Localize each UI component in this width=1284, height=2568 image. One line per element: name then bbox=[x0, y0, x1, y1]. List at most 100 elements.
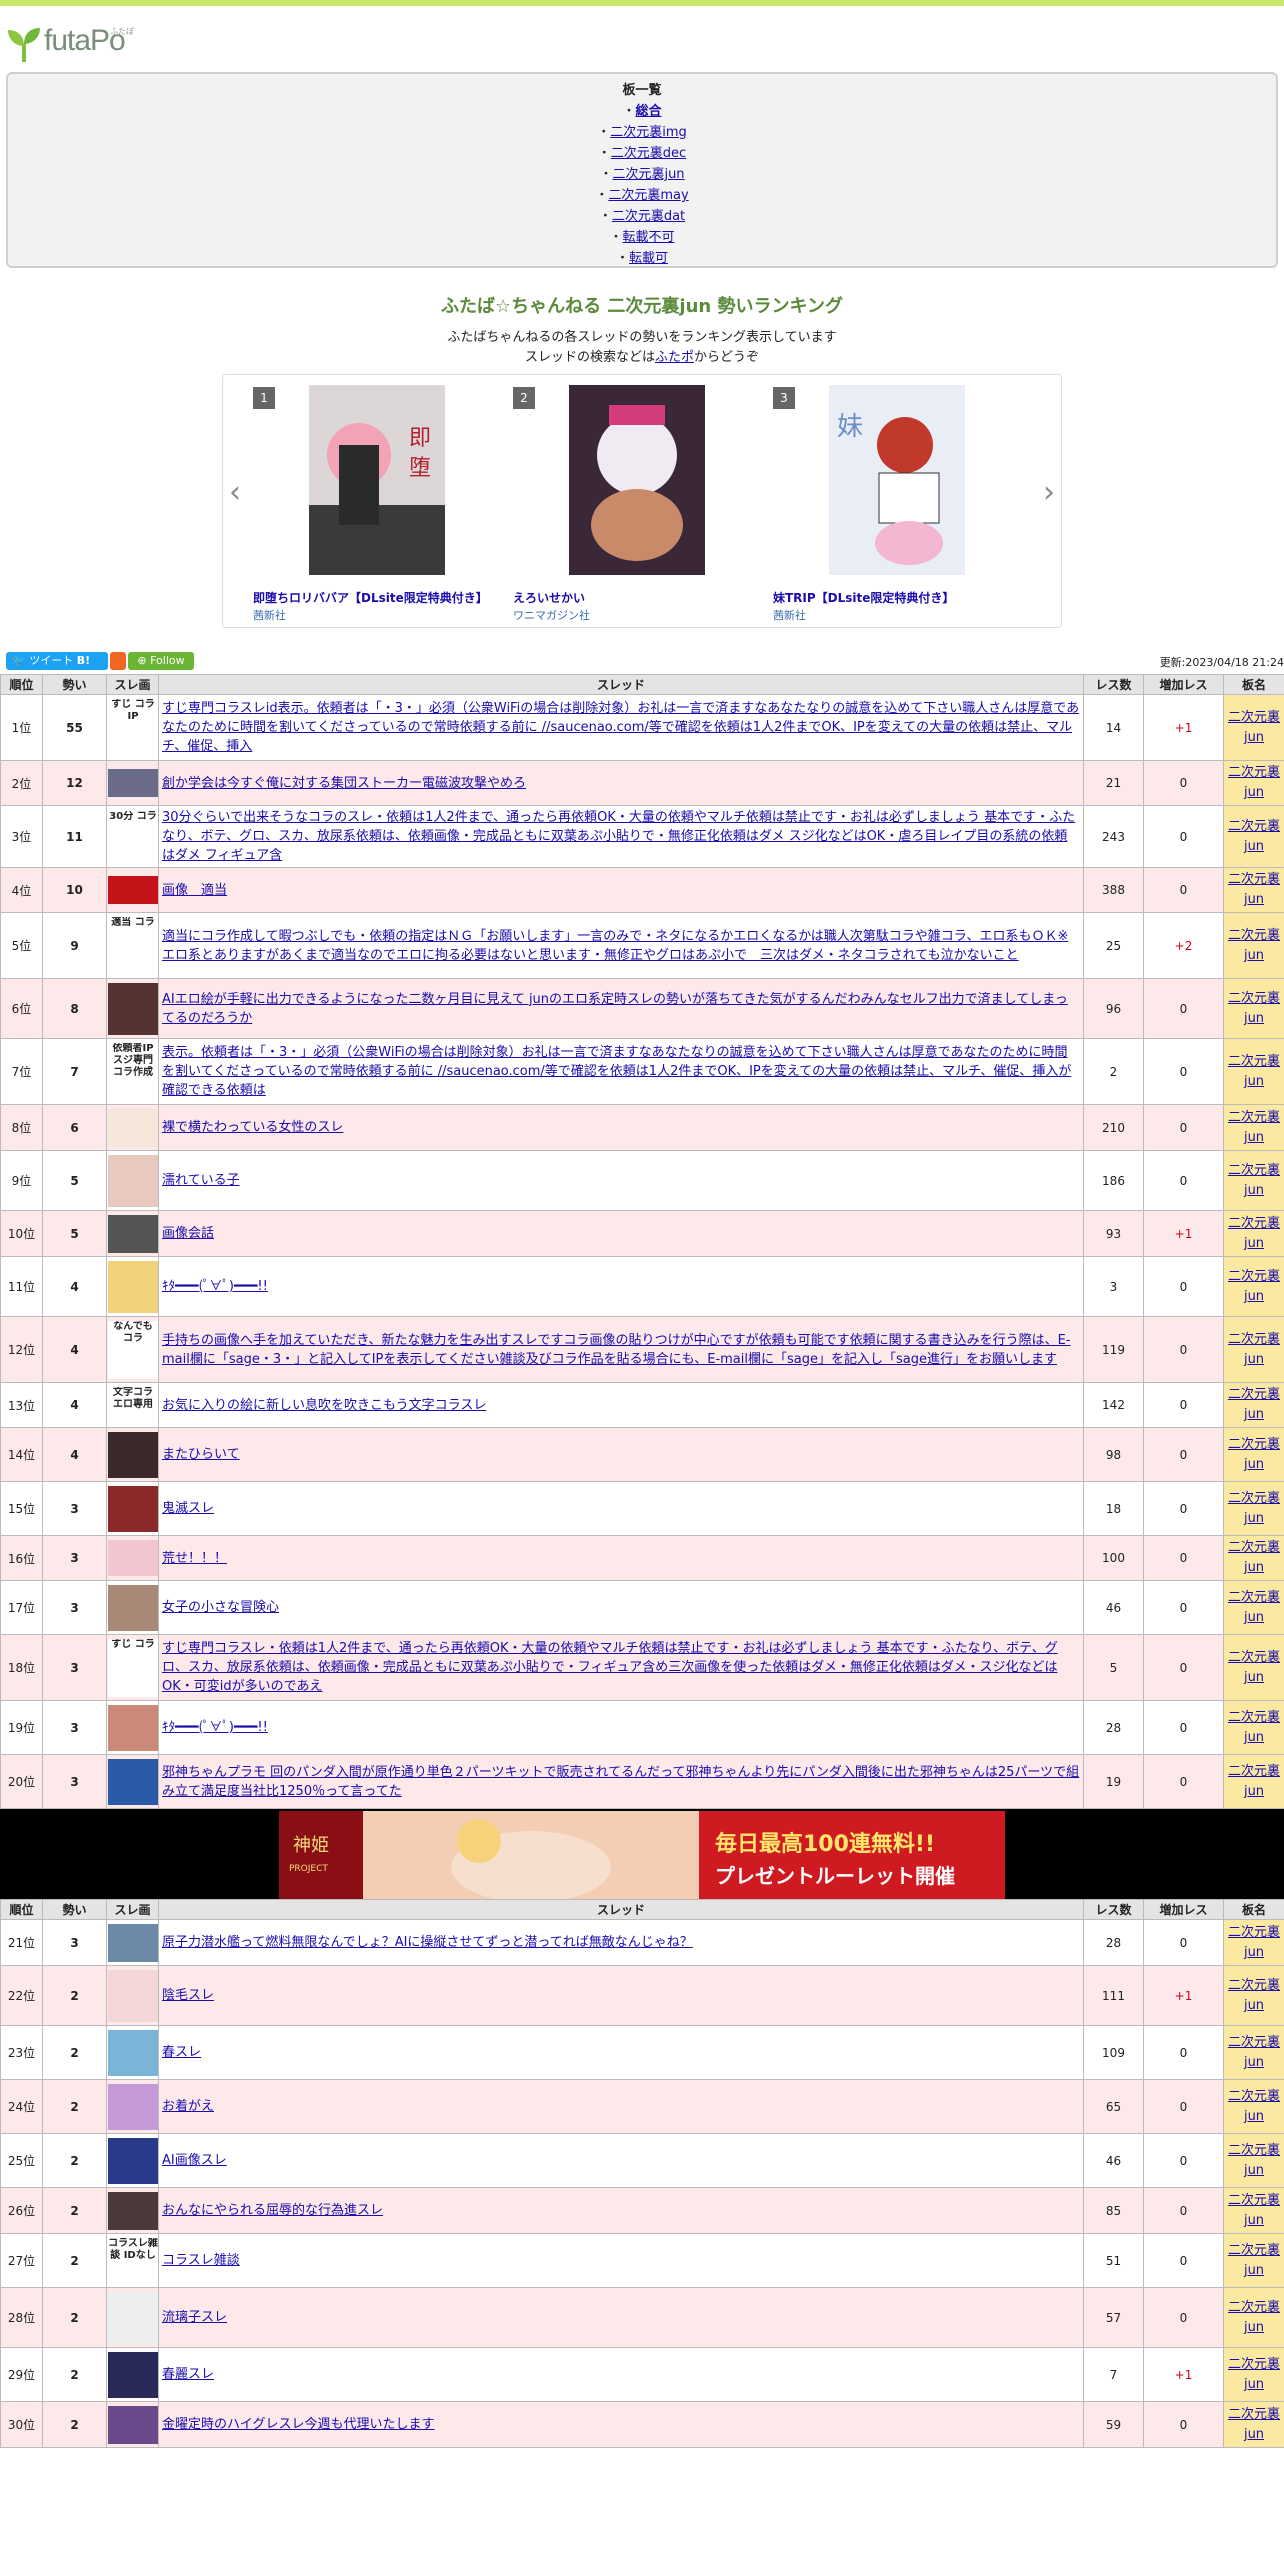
thread-link[interactable]: AIエロ絵が手軽に出力できるようになった二数ヶ月目に見えて junのエロ系定時ス… bbox=[162, 992, 1068, 1026]
board-name-link[interactable]: 二次元裏 jun bbox=[1228, 928, 1280, 963]
carousel-card[interactable]: 3 妹 妹TRIP【DLsite限定特典付き】 茜新社 bbox=[773, 385, 1013, 622]
board-name-link[interactable]: 二次元裏 jun bbox=[1228, 2407, 1280, 2442]
tweet-button[interactable]: 🐦 ツイート B! bbox=[6, 652, 108, 670]
thread-link[interactable]: 画像 適当 bbox=[162, 883, 227, 898]
thread-link[interactable]: 裸で横たわっている女性のスレ bbox=[162, 1120, 343, 1135]
thread-thumbnail[interactable] bbox=[108, 1260, 158, 1313]
board-link-no-repost[interactable]: 転載不可 bbox=[623, 230, 675, 245]
board-name-link[interactable]: 二次元裏 jun bbox=[1228, 1590, 1280, 1625]
board-name-link[interactable]: 二次元裏 jun bbox=[1228, 1269, 1280, 1304]
thread-link[interactable]: 濡れている子 bbox=[162, 1173, 240, 1188]
thread-link[interactable]: またひらいて bbox=[162, 1447, 240, 1462]
board-name-link[interactable]: 二次元裏 jun bbox=[1228, 1540, 1280, 1575]
thread-link[interactable]: 金曜定時のハイグレスレ今週も代理いたします bbox=[162, 2417, 434, 2432]
thread-link[interactable]: すじ専門コラスレ・依頼は1人2件まで、通ったら再依頼OK・大量の依頼やマルチ依頼… bbox=[162, 1641, 1058, 1694]
board-link-dec[interactable]: 二次元裏dec bbox=[611, 146, 686, 161]
thumb-cell[interactable] bbox=[106, 1104, 159, 1151]
board-name-link[interactable]: 二次元裏 jun bbox=[1228, 819, 1280, 854]
board-name-link[interactable]: 二次元裏 jun bbox=[1228, 2300, 1280, 2335]
thread-link[interactable]: 女子の小さな冒険心 bbox=[162, 1600, 279, 1615]
board-name-link[interactable]: 二次元裏 jun bbox=[1228, 1764, 1280, 1799]
thread-thumbnail[interactable] bbox=[108, 2291, 158, 2344]
board-name-link[interactable]: 二次元裏 jun bbox=[1228, 1710, 1280, 1745]
thread-thumbnail[interactable]: 文字コラ エロ専用 bbox=[108, 1387, 158, 1423]
follow-button[interactable]: ⊕ Follow bbox=[128, 652, 194, 670]
carousel-card[interactable]: 2 えろいせかい ワニマガジン社 bbox=[513, 385, 753, 622]
thread-link[interactable]: ｷﾀ━━━(ﾟ∀ﾟ)━━━!! bbox=[162, 1720, 268, 1735]
board-name-link[interactable]: 二次元裏 jun bbox=[1228, 765, 1280, 800]
thread-link[interactable]: 春麗スレ bbox=[162, 2367, 214, 2382]
book-cover-image[interactable] bbox=[569, 385, 705, 575]
thumb-cell[interactable] bbox=[106, 2187, 159, 2234]
thumb-cell[interactable] bbox=[106, 2133, 159, 2188]
thread-thumbnail[interactable] bbox=[108, 1154, 158, 1207]
ad-banner-image[interactable]: 神姫 PROJECT 毎日最高100連無料!! プレゼントルーレット開催 bbox=[279, 1811, 1005, 1899]
thread-thumbnail[interactable] bbox=[108, 1431, 158, 1478]
carousel-card[interactable]: 1 即 堕 即堕ちロリババア【DLsite限定特典付き】 茜新社 bbox=[253, 385, 493, 622]
thread-link[interactable]: お気に入りの絵に新しい息吹を吹きこもう文字コラスレ bbox=[162, 1398, 486, 1413]
thread-thumbnail[interactable]: すじ コラ IP bbox=[108, 698, 158, 757]
thread-link[interactable]: 邪神ちゃんプラモ 回のパンダ入間が原作通り単色２パーツキットで販売されてるんだっ… bbox=[162, 1765, 1079, 1799]
board-name-link[interactable]: 二次元裏 jun bbox=[1228, 1925, 1280, 1960]
board-name-link[interactable]: 二次元裏 jun bbox=[1228, 1491, 1280, 1526]
thumb-cell[interactable]: 依頼者IP スジ専門 コラ作成 bbox=[106, 1038, 159, 1105]
board-link-dat[interactable]: 二次元裏dat bbox=[612, 209, 685, 224]
thread-thumbnail[interactable] bbox=[108, 1704, 158, 1751]
thread-thumbnail[interactable] bbox=[108, 2029, 158, 2076]
board-name-link[interactable]: 二次元裏 jun bbox=[1228, 1216, 1280, 1251]
thumb-cell[interactable] bbox=[106, 1965, 159, 2026]
card-title[interactable]: 即堕ちロリババア【DLsite限定特典付き】 bbox=[253, 589, 488, 606]
board-name-link[interactable]: 二次元裏 jun bbox=[1228, 2357, 1280, 2392]
thread-thumbnail[interactable]: コラスレ雑談 IDなし bbox=[108, 2237, 158, 2284]
thumb-cell[interactable] bbox=[106, 2079, 159, 2134]
board-name-link[interactable]: 二次元裏 jun bbox=[1228, 1163, 1280, 1198]
futapo-link[interactable]: ふたポ bbox=[655, 350, 694, 365]
thread-thumbnail[interactable] bbox=[108, 2137, 158, 2184]
thread-link[interactable]: すじ専門コラスレid表示。依頼者は「・3・」必須（公衆WiFiの場合は削除対象）… bbox=[162, 701, 1079, 754]
board-name-link[interactable]: 二次元裏 jun bbox=[1228, 1650, 1280, 1685]
thumb-cell[interactable] bbox=[106, 1481, 159, 1536]
board-name-link[interactable]: 二次元裏 jun bbox=[1228, 2035, 1280, 2070]
thread-thumbnail[interactable] bbox=[108, 1584, 158, 1631]
thumb-cell[interactable] bbox=[106, 1580, 159, 1635]
thread-thumbnail[interactable] bbox=[108, 769, 158, 797]
thread-thumbnail[interactable] bbox=[108, 2191, 158, 2230]
thread-link[interactable]: 画像会話 bbox=[162, 1226, 214, 1241]
thumb-cell[interactable] bbox=[106, 867, 159, 913]
thread-thumbnail[interactable] bbox=[108, 1758, 158, 1805]
thumb-cell[interactable]: 適当 コラ bbox=[106, 912, 159, 979]
board-link-img[interactable]: 二次元裏img bbox=[610, 125, 687, 140]
thread-thumbnail[interactable] bbox=[108, 982, 158, 1035]
thumb-cell[interactable] bbox=[106, 2347, 159, 2402]
thread-link[interactable]: 表示。依頼者は「・3・」必須（公衆WiFiの場合は削除対象）お礼は一言で済ますな… bbox=[162, 1045, 1071, 1098]
board-name-link[interactable]: 二次元裏 jun bbox=[1228, 2193, 1280, 2228]
thumb-cell[interactable] bbox=[106, 760, 159, 806]
board-name-link[interactable]: 二次元裏 jun bbox=[1228, 1110, 1280, 1145]
board-link-may[interactable]: 二次元裏may bbox=[608, 188, 688, 203]
board-name-link[interactable]: 二次元裏 jun bbox=[1228, 710, 1280, 745]
thread-link[interactable]: 鬼滅スレ bbox=[162, 1501, 214, 1516]
thumb-cell[interactable]: すじ コラ bbox=[106, 1634, 159, 1701]
thread-link[interactable]: コラスレ雑談 bbox=[162, 2253, 240, 2268]
thumb-cell[interactable]: コラスレ雑談 IDなし bbox=[106, 2233, 159, 2288]
thumb-cell[interactable] bbox=[106, 1256, 159, 1317]
board-name-link[interactable]: 二次元裏 jun bbox=[1228, 1054, 1280, 1089]
board-link-sougou[interactable]: 総合 bbox=[636, 104, 662, 119]
thumb-cell[interactable] bbox=[106, 1535, 159, 1581]
thread-link[interactable]: 陰毛スレ bbox=[162, 1988, 214, 2003]
thread-link[interactable]: 春スレ bbox=[162, 2045, 201, 2060]
thread-thumbnail[interactable] bbox=[108, 1214, 158, 1253]
thumb-cell[interactable] bbox=[106, 2287, 159, 2348]
card-title[interactable]: えろいせかい bbox=[513, 589, 585, 606]
book-cover-image[interactable]: 即 堕 bbox=[309, 385, 445, 575]
thread-thumbnail[interactable]: 適当 コラ bbox=[108, 916, 158, 975]
thread-thumbnail[interactable] bbox=[108, 2351, 158, 2398]
board-name-link[interactable]: 二次元裏 jun bbox=[1228, 1387, 1280, 1422]
thumb-cell[interactable] bbox=[106, 2025, 159, 2080]
thread-thumbnail[interactable] bbox=[108, 2083, 158, 2130]
board-name-link[interactable]: 二次元裏 jun bbox=[1228, 2089, 1280, 2124]
thread-thumbnail[interactable]: 依頼者IP スジ専門 コラ作成 bbox=[108, 1042, 158, 1101]
thread-link[interactable]: 荒せ！！！ bbox=[162, 1551, 227, 1566]
thread-thumbnail[interactable] bbox=[108, 1108, 158, 1147]
thread-thumbnail[interactable] bbox=[108, 1485, 158, 1532]
